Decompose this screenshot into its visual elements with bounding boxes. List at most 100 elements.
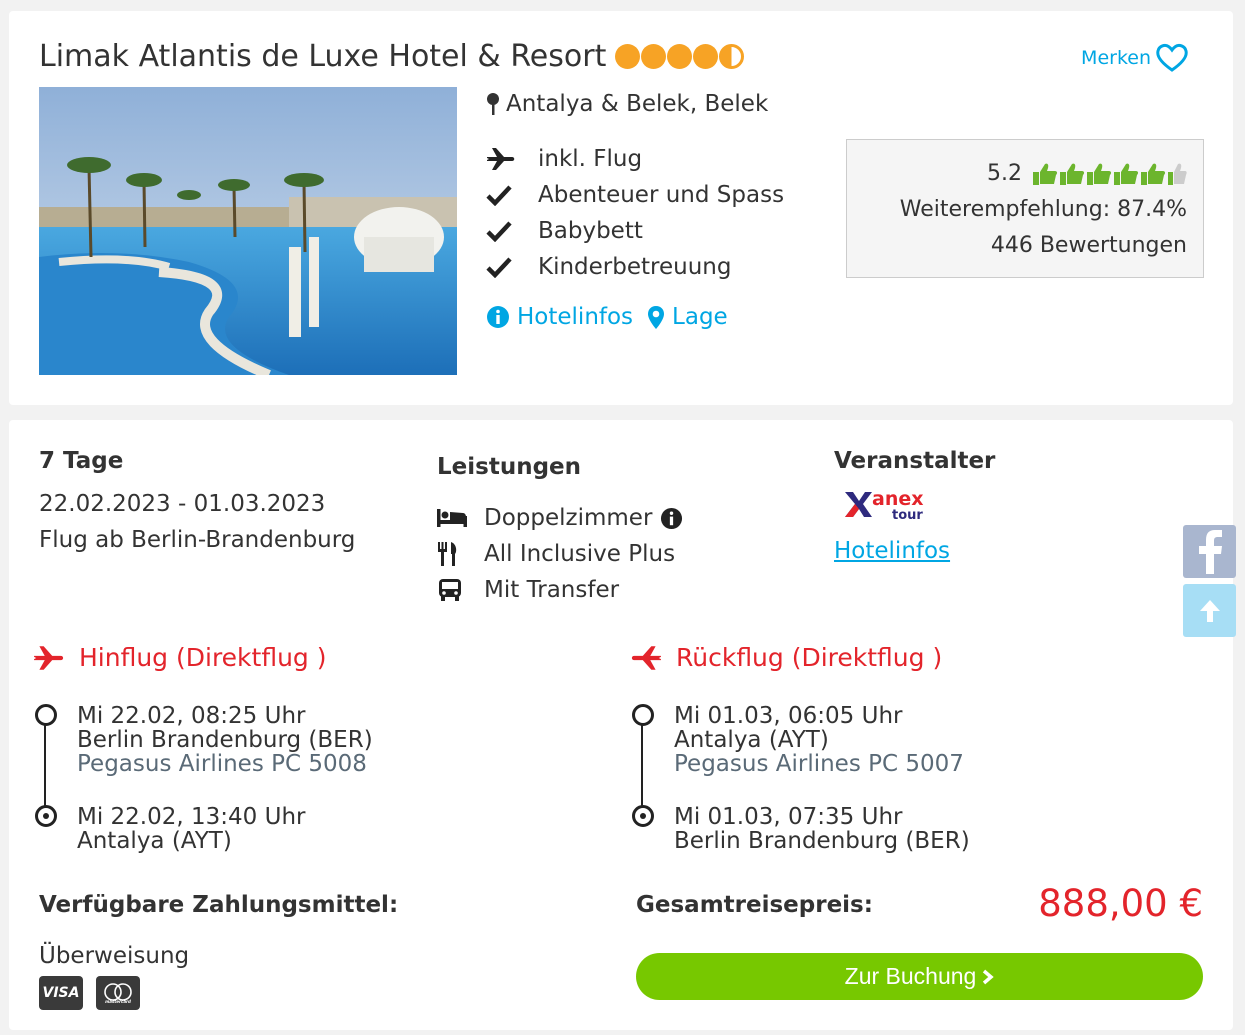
rating-thumbs (1032, 162, 1187, 186)
feature-label: inkl. Flug (538, 146, 643, 172)
payment-method: Überweisung (39, 943, 190, 969)
veranstalter-title: Veranstalter (834, 448, 996, 474)
hinflug-dep-time: Mi 22.02, 08:25 Uhr (77, 703, 306, 729)
rueckflug-arrival: Mi 01.03, 07:35 Uhr Berlin Brandenburg (… (674, 805, 970, 853)
hinflug-dep-airport: Berlin Brandenburg (BER) (77, 727, 373, 753)
rueckflug-dep-time: Mi 01.03, 06:05 Uhr (674, 703, 903, 729)
hinflug-arrival: Mi 22.02, 13:40 Uhr Antalya (AYT) (77, 805, 305, 853)
pin-icon (487, 93, 499, 115)
thumb-up-icon (1060, 163, 1085, 185)
rueckflug-title: Rückflug (Direktflug ) (676, 643, 943, 672)
svg-text:tour: tour (892, 508, 923, 523)
check-icon (486, 256, 538, 278)
plane-icon (486, 147, 538, 171)
map-pin-icon (648, 305, 665, 329)
leistung-item: All Inclusive Plus (437, 536, 683, 572)
rating-box[interactable]: 5.2 Weiterempfehlung: 87.4% 446 Bewertun… (846, 139, 1204, 278)
hotel-card: Limak Atlantis de Luxe Hotel & Resort Me… (9, 11, 1233, 405)
half-thumb-up-icon (1168, 163, 1187, 185)
payment-title: Verfügbare Zahlungsmittel: (39, 892, 399, 918)
feature-item: inkl. Flug (486, 141, 784, 177)
merken-label: Merken (1081, 47, 1151, 69)
check-icon (486, 184, 538, 206)
hinflug-header: Hinflug (Direktflug ) (33, 643, 327, 672)
info-icon[interactable] (660, 507, 683, 530)
hinflug-departure: Mi 22.02, 08:25 Uhr Berlin Brandenburg (… (77, 704, 373, 776)
thumb-up-icon (1087, 163, 1112, 185)
booking-button[interactable]: Zur Buchung (636, 953, 1203, 1000)
hotel-location: Antalya & Belek, Belek (486, 91, 768, 117)
plane-icon (631, 645, 661, 670)
rating-recommendation: Weiterempfehlung: 87.4% (899, 197, 1187, 222)
star-icon (693, 44, 719, 69)
leistung-item: Doppelzimmer (437, 500, 683, 536)
lage-label: Lage (672, 304, 728, 330)
star-icon (615, 44, 641, 69)
trip-duration: 7 Tage (39, 448, 124, 474)
svg-text:mastercard: mastercard (105, 999, 131, 1004)
departure-dot (632, 704, 654, 726)
booking-button-label: Zur Buchung (844, 963, 977, 989)
arrow-up-icon (1199, 599, 1220, 622)
leistungen-title: Leistungen (437, 454, 582, 480)
leistung-label: Doppelzimmer (484, 505, 653, 531)
star-icon (667, 44, 693, 69)
location-text: Antalya & Belek, Belek (506, 91, 769, 117)
offer-card: 7 Tage 22.02.2023 - 01.03.2023 Flug ab B… (9, 420, 1233, 1030)
visa-icon: VISA (39, 976, 83, 1010)
feature-label: Babybett (538, 218, 643, 244)
hinflug-airline: Pegasus Airlines PC 5008 (77, 751, 367, 777)
scroll-to-top-button[interactable] (1183, 584, 1236, 637)
feature-item: Abenteuer und Spass (486, 177, 784, 213)
star-icon (641, 44, 667, 69)
arrival-dot (632, 805, 654, 827)
hotel-features: inkl. Flug Abenteuer und Spass Babybett … (486, 141, 784, 285)
rueckflug-departure: Mi 01.03, 06:05 Uhr Antalya (AYT) Pegasu… (674, 704, 964, 776)
feature-label: Kinderbetreuung (538, 254, 732, 280)
thumb-up-icon (1033, 163, 1058, 185)
thumb-up-icon (1114, 163, 1139, 185)
hotelinfos-link[interactable]: Hotelinfos (486, 304, 633, 330)
hotel-title[interactable]: Limak Atlantis de Luxe Hotel & Resort (39, 39, 745, 74)
thumb-up-icon (1141, 163, 1166, 185)
total-price: 888,00 € (1038, 882, 1203, 925)
merken-button[interactable]: Merken (1081, 43, 1189, 73)
trip-dates: 22.02.2023 - 01.03.2023 (39, 491, 326, 517)
chevron-right-icon (983, 969, 995, 984)
veranstalter-hotelinfos-link[interactable]: Hotelinfos (834, 538, 950, 564)
anex-tour-logo: anex tour (842, 486, 932, 524)
feature-item: Kinderbetreuung (486, 249, 784, 285)
plane-icon (34, 645, 64, 670)
rueckflug-airline: Pegasus Airlines PC 5007 (674, 751, 964, 777)
rueckflug-arr-airport: Berlin Brandenburg (BER) (674, 828, 970, 854)
lage-link[interactable]: Lage (647, 304, 728, 330)
hinflug-title: Hinflug (Direktflug ) (79, 643, 327, 672)
timeline-line (44, 718, 46, 818)
facebook-icon (1198, 529, 1222, 574)
info-icon (487, 306, 509, 328)
bus-icon (437, 578, 484, 602)
leistungen-list: Doppelzimmer All Inclusive Plus Mit Tran… (437, 500, 683, 608)
rating-score-row: 5.2 (847, 156, 1187, 192)
feature-label: Abenteuer und Spass (538, 182, 785, 208)
rueckflug-dep-airport: Antalya (AYT) (674, 727, 829, 753)
hinflug-arr-airport: Antalya (AYT) (77, 828, 232, 854)
rating-reviews: 446 Bewertungen (990, 233, 1187, 258)
cutlery-icon (437, 542, 484, 566)
timeline-line (641, 718, 643, 818)
hotel-name[interactable]: Limak Atlantis de Luxe Hotel & Resort (39, 39, 606, 74)
svg-text:anex: anex (872, 488, 924, 510)
facebook-share-button[interactable] (1183, 525, 1236, 578)
hotel-links: Hotelinfos Lage (486, 304, 728, 330)
hotel-photo[interactable] (39, 87, 457, 375)
heart-icon (1156, 43, 1188, 72)
leistung-label: All Inclusive Plus (484, 541, 676, 567)
hinflug-arr-time: Mi 22.02, 13:40 Uhr (77, 804, 306, 830)
hotelinfos-label: Hotelinfos (517, 304, 634, 330)
rueckflug-header: Rückflug (Direktflug ) (630, 643, 942, 672)
bed-icon (437, 508, 484, 528)
check-icon (486, 220, 538, 242)
rating-score: 5.2 (987, 161, 1022, 186)
rueckflug-arr-time: Mi 01.03, 07:35 Uhr (674, 804, 903, 830)
feature-item: Babybett (486, 213, 784, 249)
